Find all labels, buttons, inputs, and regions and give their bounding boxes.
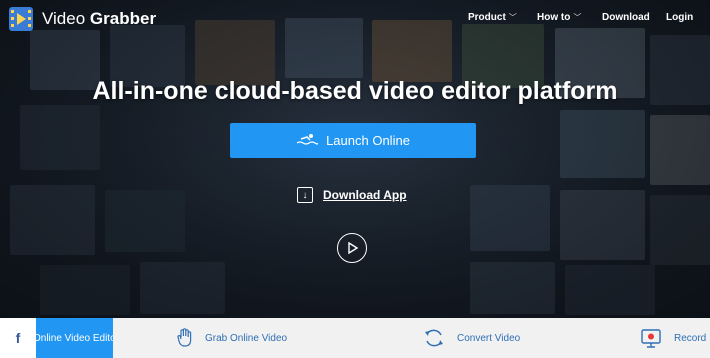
download-app-label: Download App [323,188,407,202]
launch-online-label: Launch Online [326,133,410,148]
tab-online-video-editor-label: Online Video Editor [36,332,113,344]
refresh-icon [423,327,445,349]
launch-online-button[interactable]: Launch Online [230,123,476,158]
chevron-down-icon: ﹀ [573,13,582,22]
tab-online-video-editor[interactable]: Online Video Editor [36,318,113,358]
swimmer-icon [296,133,319,148]
download-app-link[interactable]: ↓ Download App [297,186,407,204]
logo-icon[interactable] [8,6,34,32]
brand-name-part1: Video [42,9,86,28]
tab-record[interactable]: Record [640,318,706,358]
nav-login[interactable]: Login [666,12,693,23]
play-icon [348,242,358,254]
facebook-icon: f [15,330,21,346]
tab-record-label: Record [674,332,707,344]
tab-convert-video-label: Convert Video [457,332,521,344]
play-video-button[interactable] [337,233,367,263]
tab-grab-online-video-label: Grab Online Video [205,332,288,344]
download-icon: ↓ [297,187,313,203]
brand-name[interactable]: Video Grabber [42,9,156,29]
facebook-share-button[interactable]: f [0,318,36,358]
nav-product[interactable]: Product ﹀ [468,12,517,23]
nav-how-to-label: How to [537,12,571,23]
hero-background [0,0,710,318]
brand-name-part2: Grabber [89,9,157,28]
nav-product-label: Product [468,12,506,23]
chevron-down-icon: ﹀ [508,13,517,22]
nav-how-to[interactable]: How to ﹀ [537,12,581,23]
tab-convert-video[interactable]: Convert Video [423,318,520,358]
tab-grab-online-video[interactable]: Grab Online Video [177,318,287,358]
nav-download[interactable]: Download [602,12,650,23]
hand-icon [177,328,193,348]
hero-headline: All-in-one cloud-based video editor plat… [92,77,618,105]
recorder-icon [640,327,662,349]
top-nav: Video Grabber Product ﹀ How to ﹀ Download … [0,0,710,38]
